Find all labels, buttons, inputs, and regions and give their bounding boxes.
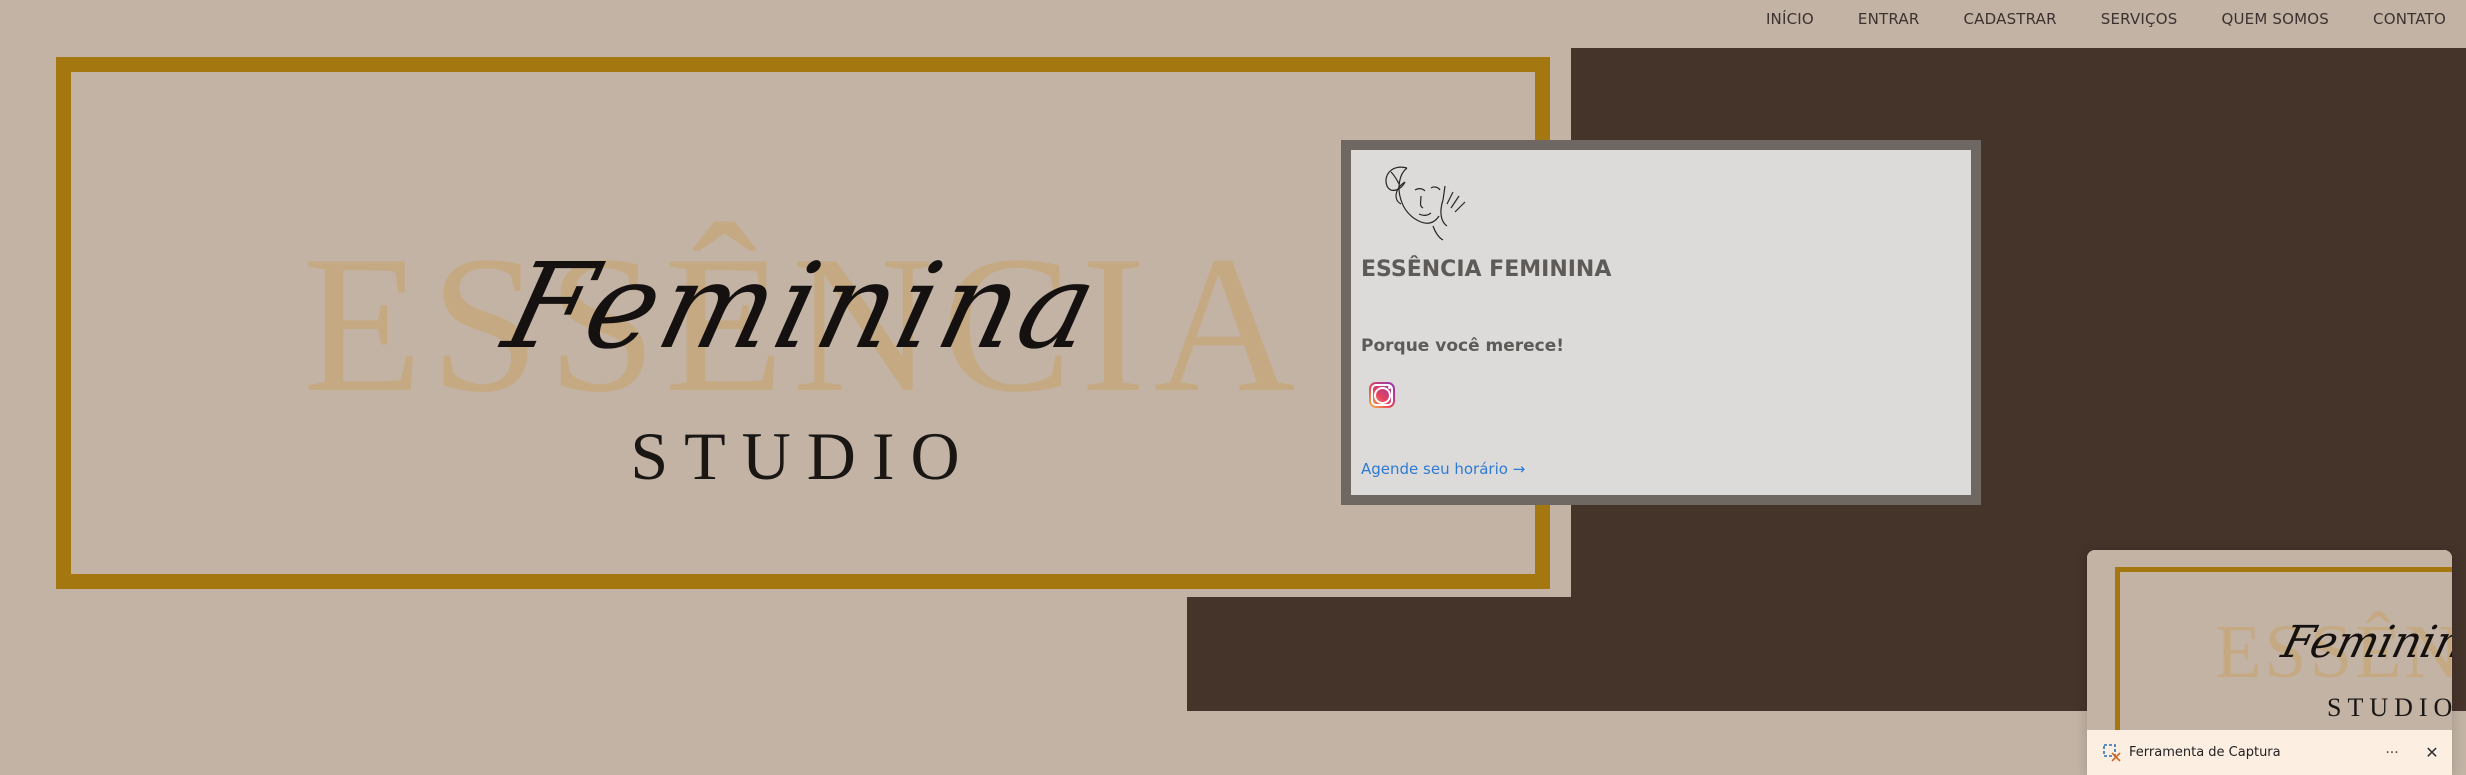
- nav-quem-somos[interactable]: QUEM SOMOS: [2221, 10, 2329, 28]
- butterfly-woman-face-icon: [1385, 166, 1466, 241]
- notification-bar: Ferramenta de Captura ··· ✕: [2087, 730, 2452, 775]
- nav-servicos[interactable]: SERVIÇOS: [2101, 10, 2178, 28]
- snipping-tool-notification[interactable]: ESSÊNCIA Feminina STUDIO Ferramenta de C…: [2087, 550, 2452, 775]
- nav-cadastrar[interactable]: CADASTRAR: [1963, 10, 2056, 28]
- nav-contato[interactable]: CONTATO: [2373, 10, 2446, 28]
- hero-feminina-script: Feminina: [492, 237, 1114, 375]
- instagram-icon[interactable]: [1369, 382, 1395, 408]
- more-options-icon[interactable]: ···: [2372, 745, 2412, 761]
- info-card-body: ESSÊNCIA FEMININA Porque você merece! Ag…: [1351, 150, 1971, 495]
- info-card: ESSÊNCIA FEMININA Porque você merece! Ag…: [1341, 140, 1981, 505]
- nav-inicio[interactable]: INÍCIO: [1766, 10, 1814, 28]
- hero-studio-word: STUDIO: [630, 418, 976, 494]
- card-title: ESSÊNCIA FEMININA: [1361, 257, 1612, 282]
- instagram-flash: [1388, 386, 1391, 389]
- screenshot-thumbnail[interactable]: ESSÊNCIA Feminina STUDIO: [2087, 550, 2452, 767]
- instagram-lens: [1373, 386, 1391, 404]
- notification-label: Ferramenta de Captura: [2129, 745, 2281, 760]
- dark-background-strip: [1187, 597, 1587, 711]
- hero-logo-banner: ESSÊNCIA Feminina STUDIO: [56, 57, 1550, 589]
- schedule-link[interactable]: Agende seu horário →: [1361, 460, 1525, 478]
- nav-entrar[interactable]: ENTRAR: [1858, 10, 1920, 28]
- thumbnail-studio-word: STUDIO: [2327, 693, 2452, 722]
- top-nav: INÍCIO ENTRAR CADASTRAR SERVIÇOS QUEM SO…: [1722, 0, 2446, 38]
- close-icon[interactable]: ✕: [2412, 743, 2452, 762]
- thumbnail-feminina-script: Feminina: [2276, 617, 2452, 668]
- snipping-tool-icon: [2103, 743, 2121, 762]
- card-subtitle: Porque você merece!: [1361, 336, 1565, 356]
